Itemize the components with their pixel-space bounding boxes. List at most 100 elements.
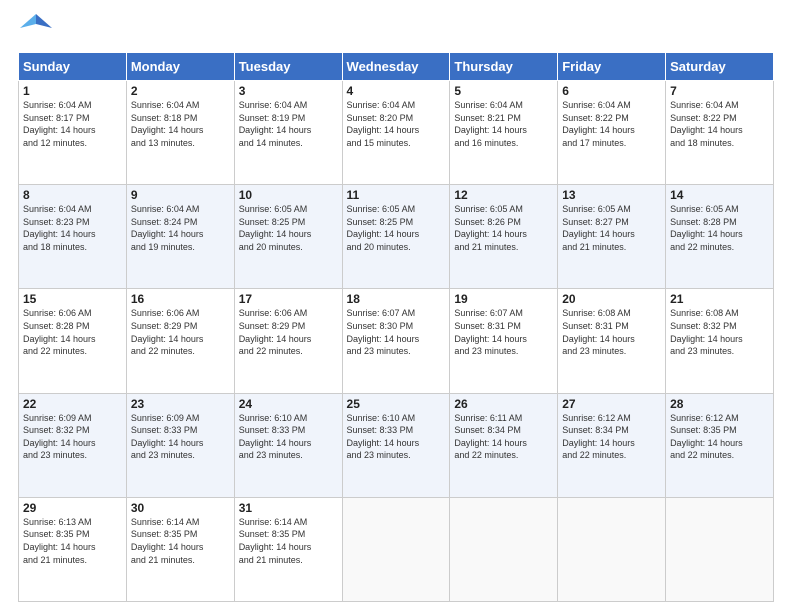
- day-number: 28: [670, 397, 769, 411]
- calendar-header-tuesday: Tuesday: [234, 53, 342, 81]
- day-info: Sunrise: 6:04 AM Sunset: 8:19 PM Dayligh…: [239, 99, 338, 149]
- day-number: 1: [23, 84, 122, 98]
- day-info: Sunrise: 6:04 AM Sunset: 8:18 PM Dayligh…: [131, 99, 230, 149]
- day-info: Sunrise: 6:04 AM Sunset: 8:23 PM Dayligh…: [23, 203, 122, 253]
- day-number: 27: [562, 397, 661, 411]
- day-number: 22: [23, 397, 122, 411]
- day-number: 19: [454, 292, 553, 306]
- day-number: 31: [239, 501, 338, 515]
- calendar-table: SundayMondayTuesdayWednesdayThursdayFrid…: [18, 52, 774, 602]
- day-info: Sunrise: 6:06 AM Sunset: 8:29 PM Dayligh…: [239, 307, 338, 357]
- calendar-header-thursday: Thursday: [450, 53, 558, 81]
- calendar-header-row: SundayMondayTuesdayWednesdayThursdayFrid…: [19, 53, 774, 81]
- calendar-day-cell: 27Sunrise: 6:12 AM Sunset: 8:34 PM Dayli…: [558, 393, 666, 497]
- calendar-empty-cell: [342, 497, 450, 601]
- day-info: Sunrise: 6:08 AM Sunset: 8:31 PM Dayligh…: [562, 307, 661, 357]
- day-info: Sunrise: 6:11 AM Sunset: 8:34 PM Dayligh…: [454, 412, 553, 462]
- day-number: 14: [670, 188, 769, 202]
- day-number: 12: [454, 188, 553, 202]
- day-info: Sunrise: 6:04 AM Sunset: 8:20 PM Dayligh…: [347, 99, 446, 149]
- day-number: 8: [23, 188, 122, 202]
- day-info: Sunrise: 6:04 AM Sunset: 8:22 PM Dayligh…: [670, 99, 769, 149]
- calendar-day-cell: 19Sunrise: 6:07 AM Sunset: 8:31 PM Dayli…: [450, 289, 558, 393]
- calendar-header-monday: Monday: [126, 53, 234, 81]
- calendar-day-cell: 9Sunrise: 6:04 AM Sunset: 8:24 PM Daylig…: [126, 185, 234, 289]
- calendar-day-cell: 10Sunrise: 6:05 AM Sunset: 8:25 PM Dayli…: [234, 185, 342, 289]
- day-info: Sunrise: 6:05 AM Sunset: 8:27 PM Dayligh…: [562, 203, 661, 253]
- calendar-day-cell: 2Sunrise: 6:04 AM Sunset: 8:18 PM Daylig…: [126, 81, 234, 185]
- day-number: 6: [562, 84, 661, 98]
- day-number: 7: [670, 84, 769, 98]
- day-info: Sunrise: 6:05 AM Sunset: 8:25 PM Dayligh…: [347, 203, 446, 253]
- day-info: Sunrise: 6:05 AM Sunset: 8:26 PM Dayligh…: [454, 203, 553, 253]
- day-number: 30: [131, 501, 230, 515]
- day-info: Sunrise: 6:10 AM Sunset: 8:33 PM Dayligh…: [239, 412, 338, 462]
- day-number: 24: [239, 397, 338, 411]
- day-info: Sunrise: 6:13 AM Sunset: 8:35 PM Dayligh…: [23, 516, 122, 566]
- calendar-empty-cell: [450, 497, 558, 601]
- calendar-day-cell: 5Sunrise: 6:04 AM Sunset: 8:21 PM Daylig…: [450, 81, 558, 185]
- day-info: Sunrise: 6:09 AM Sunset: 8:32 PM Dayligh…: [23, 412, 122, 462]
- header: [18, 18, 774, 42]
- calendar-week-row: 22Sunrise: 6:09 AM Sunset: 8:32 PM Dayli…: [19, 393, 774, 497]
- day-number: 3: [239, 84, 338, 98]
- day-number: 13: [562, 188, 661, 202]
- calendar-empty-cell: [666, 497, 774, 601]
- day-number: 20: [562, 292, 661, 306]
- day-number: 18: [347, 292, 446, 306]
- page: SundayMondayTuesdayWednesdayThursdayFrid…: [0, 0, 792, 612]
- day-info: Sunrise: 6:14 AM Sunset: 8:35 PM Dayligh…: [239, 516, 338, 566]
- calendar-header-friday: Friday: [558, 53, 666, 81]
- calendar-day-cell: 20Sunrise: 6:08 AM Sunset: 8:31 PM Dayli…: [558, 289, 666, 393]
- day-number: 4: [347, 84, 446, 98]
- calendar-day-cell: 12Sunrise: 6:05 AM Sunset: 8:26 PM Dayli…: [450, 185, 558, 289]
- day-info: Sunrise: 6:08 AM Sunset: 8:32 PM Dayligh…: [670, 307, 769, 357]
- calendar-day-cell: 18Sunrise: 6:07 AM Sunset: 8:30 PM Dayli…: [342, 289, 450, 393]
- calendar-day-cell: 7Sunrise: 6:04 AM Sunset: 8:22 PM Daylig…: [666, 81, 774, 185]
- day-info: Sunrise: 6:07 AM Sunset: 8:30 PM Dayligh…: [347, 307, 446, 357]
- day-number: 26: [454, 397, 553, 411]
- calendar-day-cell: 8Sunrise: 6:04 AM Sunset: 8:23 PM Daylig…: [19, 185, 127, 289]
- calendar-week-row: 15Sunrise: 6:06 AM Sunset: 8:28 PM Dayli…: [19, 289, 774, 393]
- day-number: 29: [23, 501, 122, 515]
- calendar-header-wednesday: Wednesday: [342, 53, 450, 81]
- day-info: Sunrise: 6:04 AM Sunset: 8:17 PM Dayligh…: [23, 99, 122, 149]
- calendar-day-cell: 6Sunrise: 6:04 AM Sunset: 8:22 PM Daylig…: [558, 81, 666, 185]
- day-info: Sunrise: 6:10 AM Sunset: 8:33 PM Dayligh…: [347, 412, 446, 462]
- day-info: Sunrise: 6:05 AM Sunset: 8:28 PM Dayligh…: [670, 203, 769, 253]
- calendar-header-sunday: Sunday: [19, 53, 127, 81]
- calendar-week-row: 8Sunrise: 6:04 AM Sunset: 8:23 PM Daylig…: [19, 185, 774, 289]
- calendar-day-cell: 1Sunrise: 6:04 AM Sunset: 8:17 PM Daylig…: [19, 81, 127, 185]
- calendar-day-cell: 11Sunrise: 6:05 AM Sunset: 8:25 PM Dayli…: [342, 185, 450, 289]
- calendar-day-cell: 14Sunrise: 6:05 AM Sunset: 8:28 PM Dayli…: [666, 185, 774, 289]
- calendar-week-row: 1Sunrise: 6:04 AM Sunset: 8:17 PM Daylig…: [19, 81, 774, 185]
- calendar-day-cell: 26Sunrise: 6:11 AM Sunset: 8:34 PM Dayli…: [450, 393, 558, 497]
- day-number: 23: [131, 397, 230, 411]
- day-info: Sunrise: 6:04 AM Sunset: 8:22 PM Dayligh…: [562, 99, 661, 149]
- day-info: Sunrise: 6:12 AM Sunset: 8:34 PM Dayligh…: [562, 412, 661, 462]
- calendar-day-cell: 15Sunrise: 6:06 AM Sunset: 8:28 PM Dayli…: [19, 289, 127, 393]
- day-number: 11: [347, 188, 446, 202]
- day-info: Sunrise: 6:07 AM Sunset: 8:31 PM Dayligh…: [454, 307, 553, 357]
- calendar-day-cell: 17Sunrise: 6:06 AM Sunset: 8:29 PM Dayli…: [234, 289, 342, 393]
- day-number: 17: [239, 292, 338, 306]
- calendar-day-cell: 22Sunrise: 6:09 AM Sunset: 8:32 PM Dayli…: [19, 393, 127, 497]
- day-info: Sunrise: 6:06 AM Sunset: 8:28 PM Dayligh…: [23, 307, 122, 357]
- calendar-day-cell: 16Sunrise: 6:06 AM Sunset: 8:29 PM Dayli…: [126, 289, 234, 393]
- calendar-day-cell: 4Sunrise: 6:04 AM Sunset: 8:20 PM Daylig…: [342, 81, 450, 185]
- logo-icon: [20, 10, 52, 42]
- day-info: Sunrise: 6:05 AM Sunset: 8:25 PM Dayligh…: [239, 203, 338, 253]
- calendar-empty-cell: [558, 497, 666, 601]
- day-number: 21: [670, 292, 769, 306]
- day-number: 9: [131, 188, 230, 202]
- calendar-header-saturday: Saturday: [666, 53, 774, 81]
- calendar-week-row: 29Sunrise: 6:13 AM Sunset: 8:35 PM Dayli…: [19, 497, 774, 601]
- day-number: 2: [131, 84, 230, 98]
- calendar-day-cell: 23Sunrise: 6:09 AM Sunset: 8:33 PM Dayli…: [126, 393, 234, 497]
- logo: [18, 18, 52, 42]
- day-number: 10: [239, 188, 338, 202]
- calendar-day-cell: 24Sunrise: 6:10 AM Sunset: 8:33 PM Dayli…: [234, 393, 342, 497]
- calendar-day-cell: 29Sunrise: 6:13 AM Sunset: 8:35 PM Dayli…: [19, 497, 127, 601]
- day-info: Sunrise: 6:04 AM Sunset: 8:21 PM Dayligh…: [454, 99, 553, 149]
- day-number: 16: [131, 292, 230, 306]
